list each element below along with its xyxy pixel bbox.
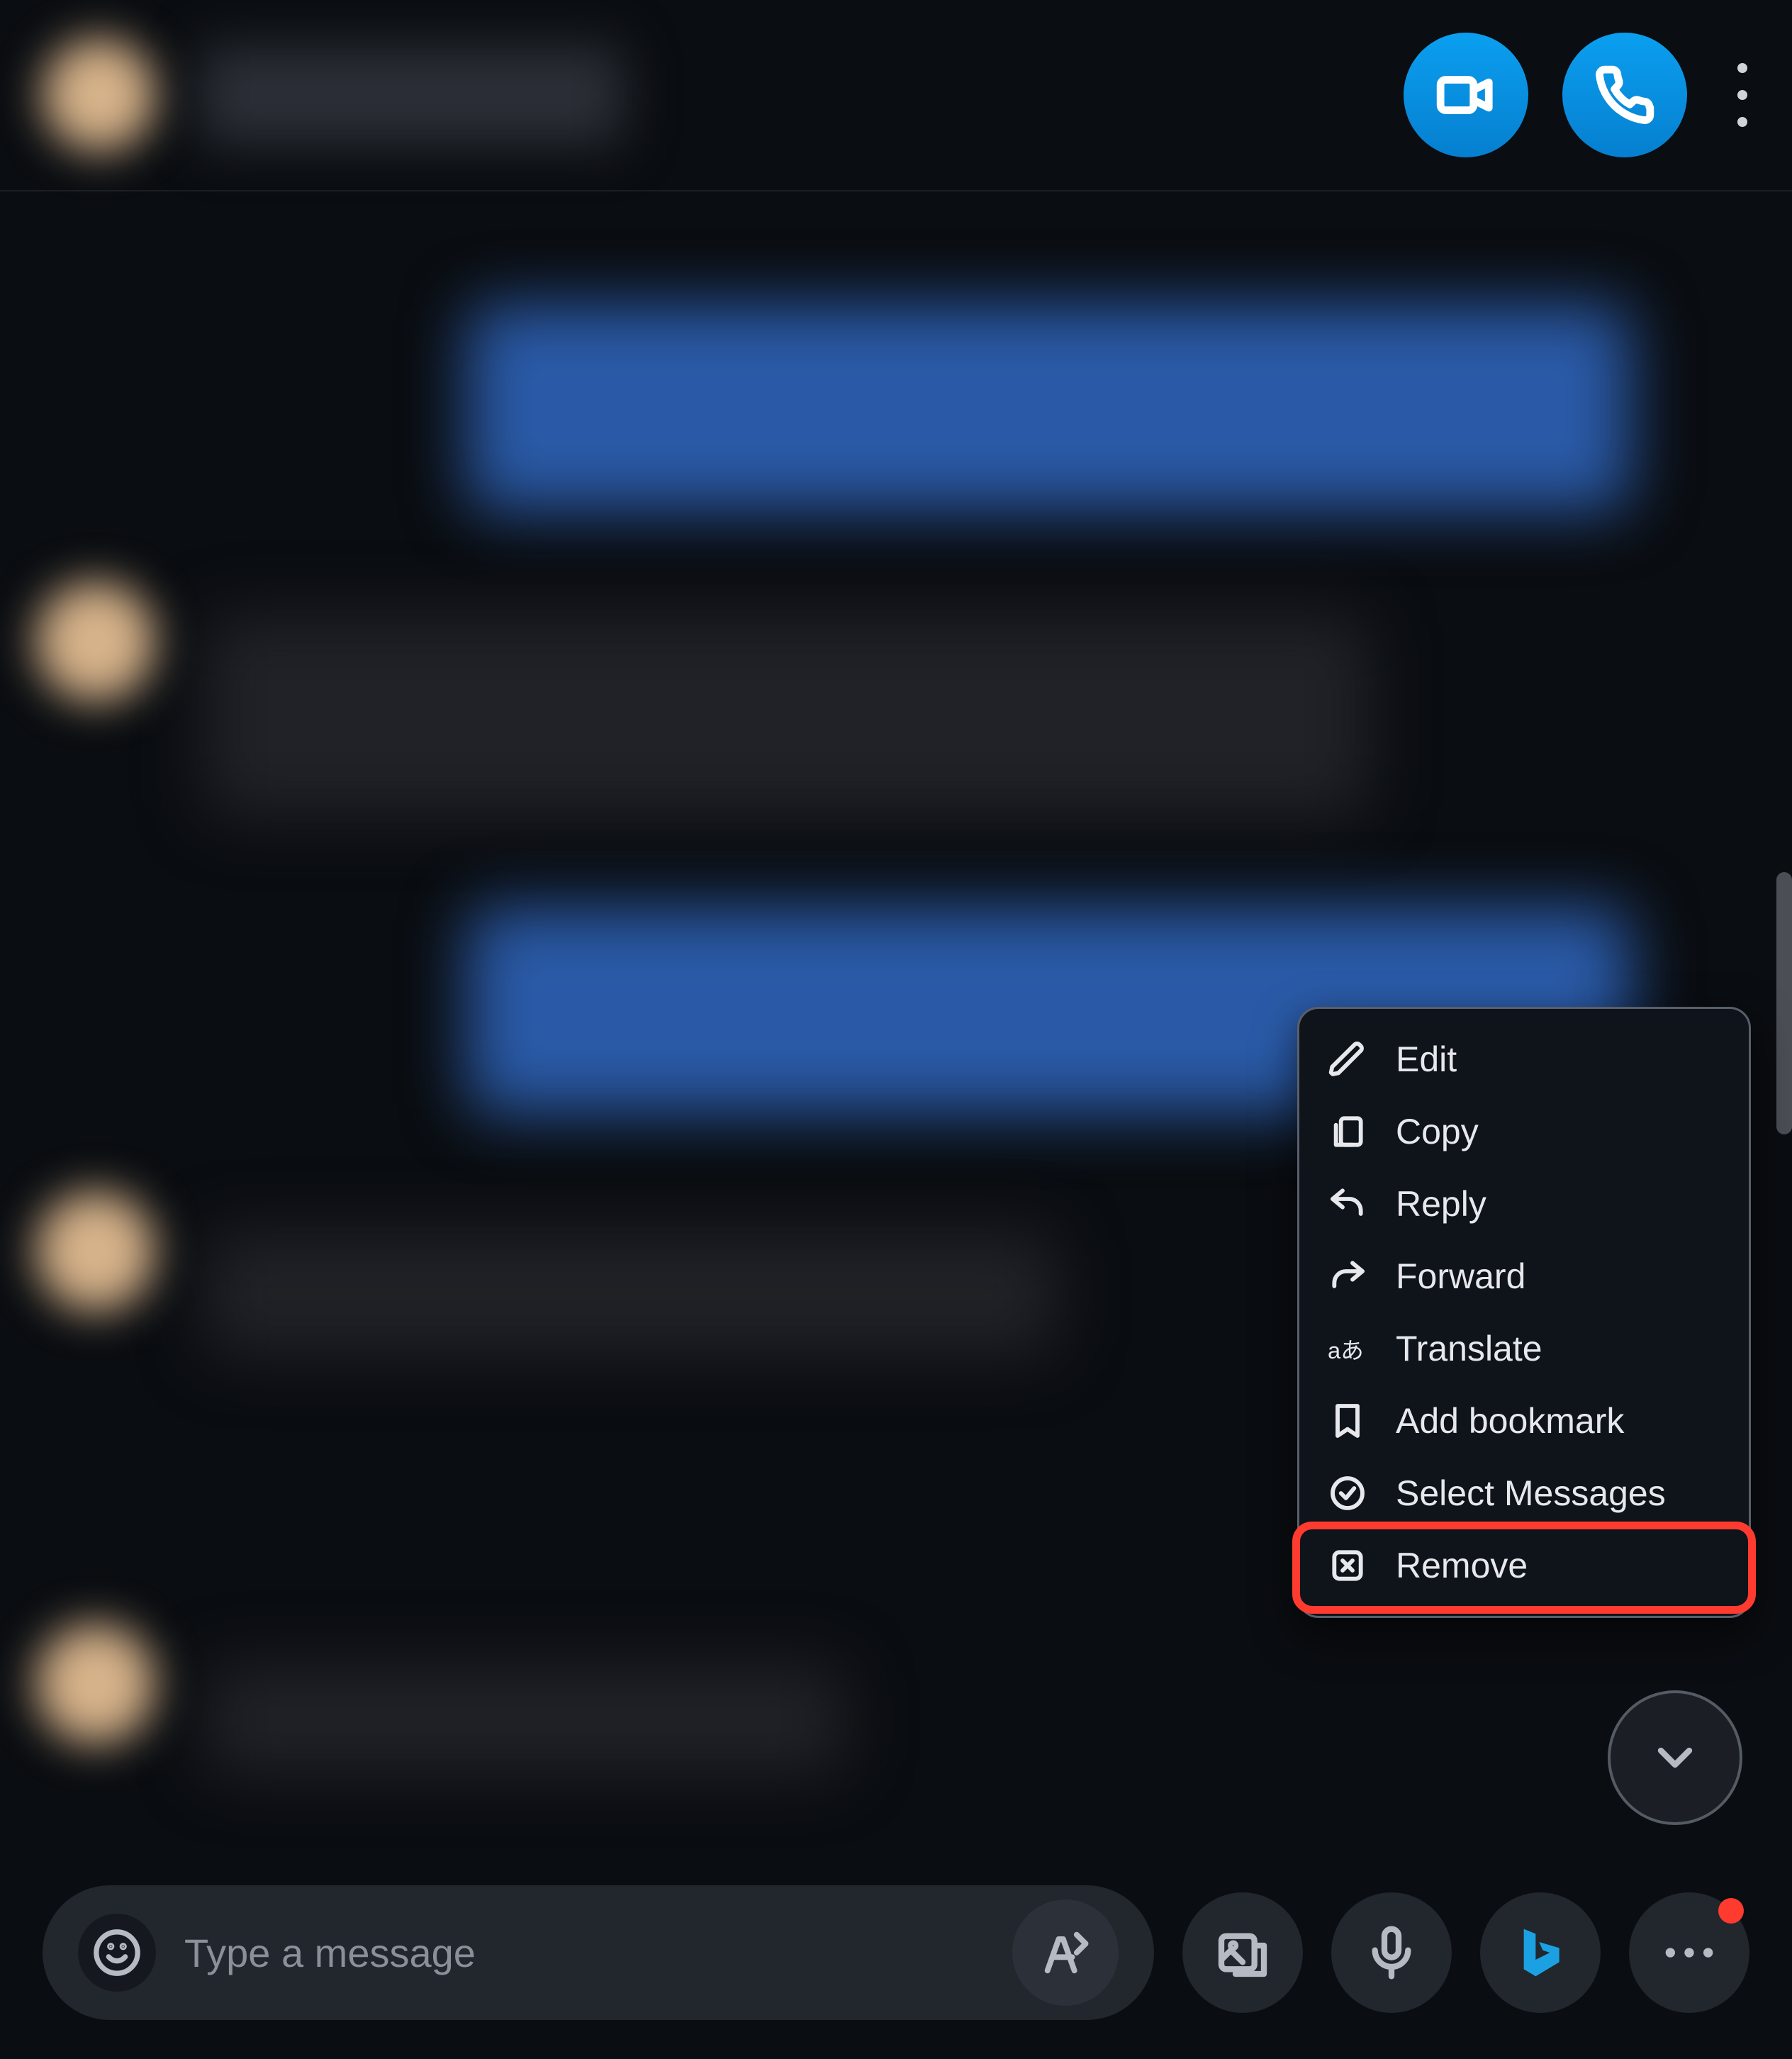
message-sent-blurred[interactable] xyxy=(468,305,1630,510)
format-text-icon xyxy=(1038,1926,1092,1980)
menu-item-add-bookmark[interactable]: Add bookmark xyxy=(1299,1385,1749,1457)
forward-icon xyxy=(1328,1256,1367,1296)
microphone-icon xyxy=(1363,1924,1420,1981)
contact-avatar[interactable] xyxy=(43,38,156,152)
menu-item-label: Add bookmark xyxy=(1396,1400,1624,1441)
chevron-down-icon xyxy=(1647,1729,1703,1786)
copy-icon xyxy=(1328,1112,1367,1151)
media-icon xyxy=(1214,1924,1271,1981)
message-avatar[interactable] xyxy=(35,1191,156,1312)
voice-message-button[interactable] xyxy=(1331,1892,1452,2013)
message-received-blurred[interactable] xyxy=(206,617,1368,815)
svg-text:aあ: aあ xyxy=(1328,1337,1364,1363)
bing-icon xyxy=(1512,1924,1569,1981)
reply-icon xyxy=(1328,1184,1367,1224)
emoji-button[interactable] xyxy=(78,1914,156,1992)
format-button[interactable] xyxy=(1012,1899,1119,2006)
edit-icon xyxy=(1328,1039,1367,1079)
more-horizontal-icon xyxy=(1661,1946,1718,1960)
video-call-button[interactable] xyxy=(1404,33,1528,157)
menu-item-label: Select Messages xyxy=(1396,1473,1666,1514)
contact-name-blurred[interactable] xyxy=(198,45,624,145)
phone-icon xyxy=(1594,65,1655,125)
message-context-menu: Edit Copy Reply Forward aあ Translate Add bookm… xyxy=(1297,1007,1751,1618)
menu-item-label: Copy xyxy=(1396,1111,1479,1152)
bing-button[interactable] xyxy=(1480,1892,1601,2013)
menu-item-label: Reply xyxy=(1396,1183,1486,1224)
video-icon xyxy=(1435,65,1496,125)
message-avatar[interactable] xyxy=(35,1624,156,1744)
menu-item-label: Edit xyxy=(1396,1039,1457,1080)
select-messages-icon xyxy=(1328,1473,1367,1513)
header-actions xyxy=(1404,33,1764,157)
footer-more-button[interactable] xyxy=(1629,1892,1749,2013)
menu-item-select-messages[interactable]: Select Messages xyxy=(1299,1457,1749,1529)
notification-dot xyxy=(1718,1898,1744,1924)
message-received-blurred[interactable] xyxy=(206,1234,1056,1354)
translate-icon: aあ xyxy=(1328,1329,1367,1368)
menu-item-forward[interactable]: Forward xyxy=(1299,1240,1749,1312)
message-avatar[interactable] xyxy=(35,581,156,702)
menu-item-label: Remove xyxy=(1396,1545,1528,1586)
remove-icon xyxy=(1328,1546,1367,1585)
message-compose-field[interactable]: Type a message xyxy=(43,1885,1154,2020)
composer-bar: Type a message xyxy=(0,1846,1792,2059)
menu-item-translate[interactable]: aあ Translate xyxy=(1299,1312,1749,1385)
message-received-blurred[interactable] xyxy=(206,1666,844,1773)
scroll-to-bottom-button[interactable] xyxy=(1608,1690,1742,1825)
menu-item-reply[interactable]: Reply xyxy=(1299,1168,1749,1240)
add-media-button[interactable] xyxy=(1182,1892,1303,2013)
scrollbar-thumb[interactable] xyxy=(1776,872,1792,1134)
menu-item-edit[interactable]: Edit xyxy=(1299,1023,1749,1095)
audio-call-button[interactable] xyxy=(1562,33,1687,157)
menu-item-remove[interactable]: Remove xyxy=(1299,1529,1749,1602)
menu-item-copy[interactable]: Copy xyxy=(1299,1095,1749,1168)
conversation-header xyxy=(0,0,1792,191)
menu-item-label: Translate xyxy=(1396,1328,1542,1369)
compose-placeholder: Type a message xyxy=(184,1930,984,1976)
header-more-button[interactable] xyxy=(1721,38,1764,152)
bookmark-icon xyxy=(1328,1401,1367,1441)
menu-item-label: Forward xyxy=(1396,1256,1525,1297)
smiley-icon xyxy=(92,1928,142,1977)
